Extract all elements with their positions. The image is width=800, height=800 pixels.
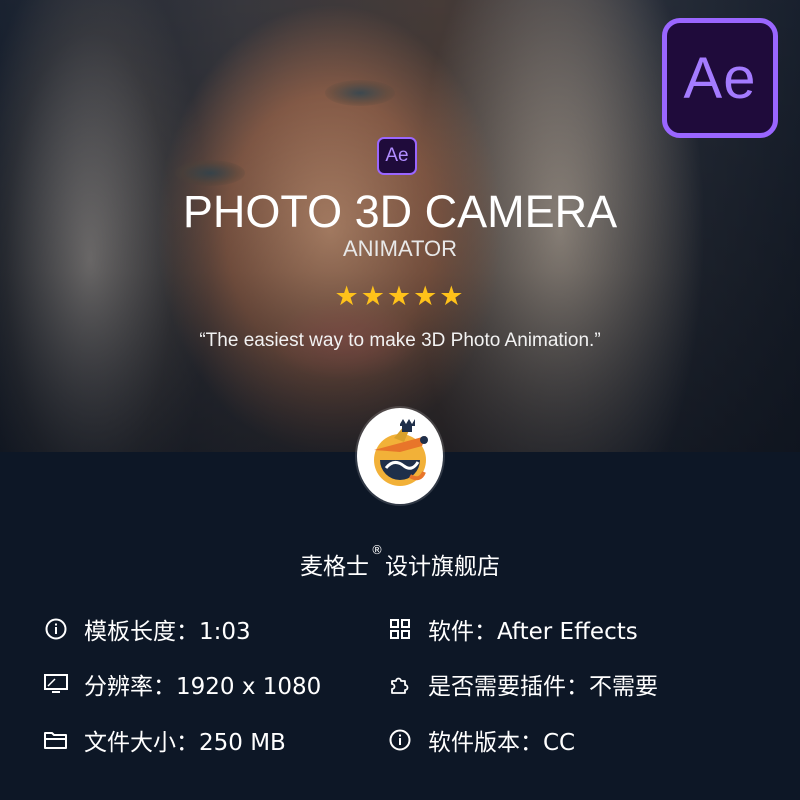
store-name: 麦格士®设计旗舰店	[0, 543, 800, 581]
ae-badge-text-small: Ae	[385, 145, 409, 166]
spec-software: 软件：After Effects	[388, 612, 638, 646]
store-logo[interactable]	[357, 408, 443, 504]
after-effects-logo-large: Ae	[662, 18, 778, 138]
ae-badge-text: Ae	[683, 45, 757, 111]
spec-template-length-text: 模板长度：1:03	[84, 619, 251, 645]
spec-plugin-required-text: 是否需要插件：不需要	[428, 674, 658, 700]
spec-software-version: 软件版本：CC	[388, 723, 575, 757]
grid-icon	[388, 617, 412, 641]
monitor-icon	[44, 672, 68, 696]
puzzle-icon	[388, 672, 412, 696]
spec-file-size: 文件大小：250 MB	[44, 723, 286, 757]
spec-plugin-required: 是否需要插件：不需要	[388, 667, 658, 701]
info-circle-icon	[44, 617, 68, 641]
hero-banner: Ae Ae PHOTO 3D CAMERA ANIMATOR ★★★★★ “Th…	[0, 0, 800, 452]
after-effects-logo-small: Ae	[377, 137, 417, 175]
store-name-suffix: 设计旗舰店	[385, 554, 500, 580]
airplane-globe-logo-icon	[374, 419, 428, 486]
product-quote: “The easiest way to make 3D Photo Animat…	[199, 330, 601, 351]
folder-icon	[44, 728, 68, 752]
spec-template-length: 模板长度：1:03	[44, 612, 251, 646]
spec-software-version-text: 软件版本：CC	[428, 730, 576, 756]
spec-resolution: 分辨率：1920 x 1080	[44, 667, 321, 701]
store-name-prefix: 麦格士	[300, 554, 369, 580]
registered-mark: ®	[371, 543, 383, 557]
product-subtitle: ANIMATOR	[342, 236, 458, 261]
product-title: PHOTO 3D CAMERA	[182, 186, 618, 237]
info-circle-icon	[388, 728, 412, 752]
spec-file-size-text: 文件大小：250 MB	[84, 730, 286, 756]
rating-stars: ★★★★★	[334, 281, 466, 312]
spec-resolution-text: 分辨率：1920 x 1080	[84, 674, 322, 700]
spec-software-text: 软件：After Effects	[428, 619, 638, 645]
